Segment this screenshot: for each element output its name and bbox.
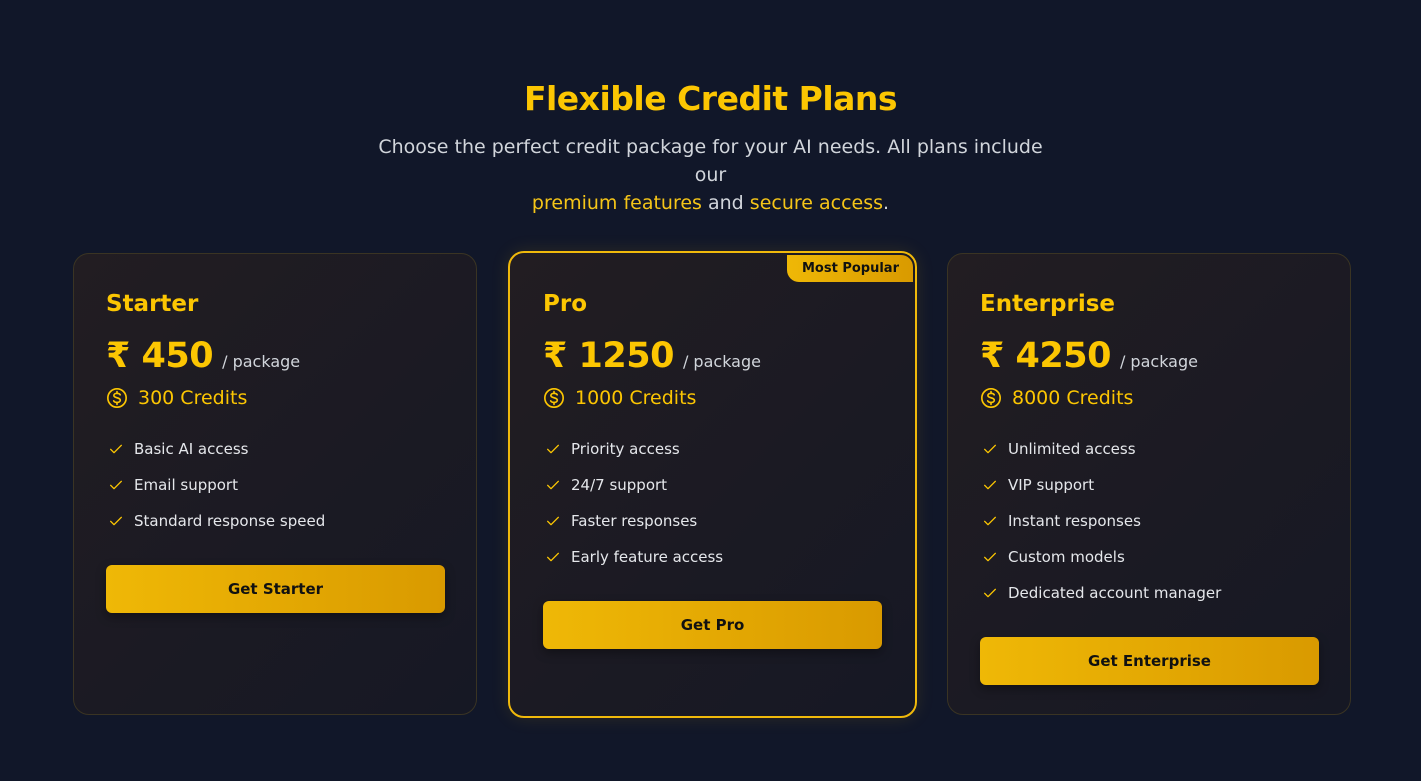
feature-list: Unlimited access VIP support Instant res… <box>980 431 1318 611</box>
feature-text: Custom models <box>1008 548 1125 566</box>
check-icon <box>547 444 559 454</box>
feature-item: Faster responses <box>543 503 882 539</box>
check-icon <box>110 480 122 490</box>
get-pro-button[interactable]: Get Pro <box>543 601 882 649</box>
feature-text: Standard response speed <box>134 512 326 530</box>
feature-item: Custom models <box>980 539 1318 575</box>
plan-card-enterprise: Enterprise ₹ 4250 / package 8000 Credits… <box>947 253 1351 715</box>
price-row: ₹ 450 / package <box>106 336 444 378</box>
feature-item: Standard response speed <box>106 503 444 539</box>
plan-card-pro: Most Popular Pro ₹ 1250 / package 1000 C… <box>508 251 917 718</box>
feature-text: VIP support <box>1008 476 1095 494</box>
feature-text: Faster responses <box>571 512 698 530</box>
feature-text: Priority access <box>571 440 680 458</box>
feature-item: Instant responses <box>980 503 1318 539</box>
get-enterprise-button[interactable]: Get Enterprise <box>980 637 1319 685</box>
feature-text: Dedicated account manager <box>1008 584 1222 602</box>
subtitle-highlight-secure: secure access <box>749 192 884 214</box>
price-period: / package <box>222 352 301 371</box>
feature-item: Priority access <box>543 431 882 467</box>
credits-row: 1000 Credits <box>543 384 882 412</box>
plan-credits: 1000 Credits <box>575 387 697 409</box>
feature-item: VIP support <box>980 467 1318 503</box>
plan-name: Starter <box>106 291 199 317</box>
feature-item: Email support <box>106 467 444 503</box>
price-row: ₹ 1250 / package <box>543 336 882 378</box>
credits-row: 300 Credits <box>106 384 444 412</box>
price-period: / package <box>682 352 761 371</box>
feature-text: Basic AI access <box>134 440 249 458</box>
dollar-coin-icon <box>544 388 564 408</box>
feature-list: Basic AI access Email support Standard r… <box>106 431 444 539</box>
feature-list: Priority access 24/7 support Faster resp… <box>543 431 882 575</box>
plan-credits: 8000 Credits <box>1012 387 1134 409</box>
plan-price: ₹ 450 <box>106 336 214 376</box>
credits-row: 8000 Credits <box>980 384 1318 412</box>
feature-item: Dedicated account manager <box>980 575 1318 611</box>
get-starter-button[interactable]: Get Starter <box>106 565 445 613</box>
plan-name: Enterprise <box>980 291 1116 317</box>
check-icon <box>547 516 559 526</box>
plan-card-starter: Starter ₹ 450 / package 300 Credits Basi… <box>73 253 477 715</box>
feature-text: Early feature access <box>571 548 724 566</box>
check-icon <box>984 480 996 490</box>
plan-name: Pro <box>543 291 588 317</box>
plan-price: ₹ 1250 <box>543 336 674 376</box>
check-icon <box>984 552 996 562</box>
feature-item: Early feature access <box>543 539 882 575</box>
check-icon <box>547 480 559 490</box>
most-popular-badge: Most Popular <box>786 255 913 282</box>
subtitle-period: . <box>883 192 890 214</box>
subtitle-text: Choose the perfect credit package for yo… <box>378 136 1043 186</box>
page-title: Flexible Credit Plans <box>523 79 898 118</box>
check-icon <box>110 516 122 526</box>
subtitle-text-and: and <box>708 192 744 214</box>
price-period: / package <box>1119 352 1198 371</box>
check-icon <box>110 444 122 454</box>
price-row: ₹ 4250 / package <box>980 336 1318 378</box>
dollar-coin-icon <box>107 388 127 408</box>
feature-text: Instant responses <box>1008 512 1141 530</box>
plan-credits: 300 Credits <box>138 387 248 409</box>
check-icon <box>984 588 996 598</box>
plan-price: ₹ 4250 <box>980 336 1111 376</box>
check-icon <box>547 552 559 562</box>
page-subtitle: Choose the perfect credit package for yo… <box>371 133 1051 217</box>
feature-text: Unlimited access <box>1008 440 1136 458</box>
feature-text: 24/7 support <box>571 476 668 494</box>
feature-item: Basic AI access <box>106 431 444 467</box>
feature-text: Email support <box>134 476 238 494</box>
dollar-coin-icon <box>981 388 1001 408</box>
pricing-header: Flexible Credit Plans Choose the perfect… <box>0 76 1421 217</box>
check-icon <box>984 444 996 454</box>
check-icon <box>984 516 996 526</box>
feature-item: 24/7 support <box>543 467 882 503</box>
subtitle-highlight-premium: premium features <box>531 192 702 214</box>
feature-item: Unlimited access <box>980 431 1318 467</box>
